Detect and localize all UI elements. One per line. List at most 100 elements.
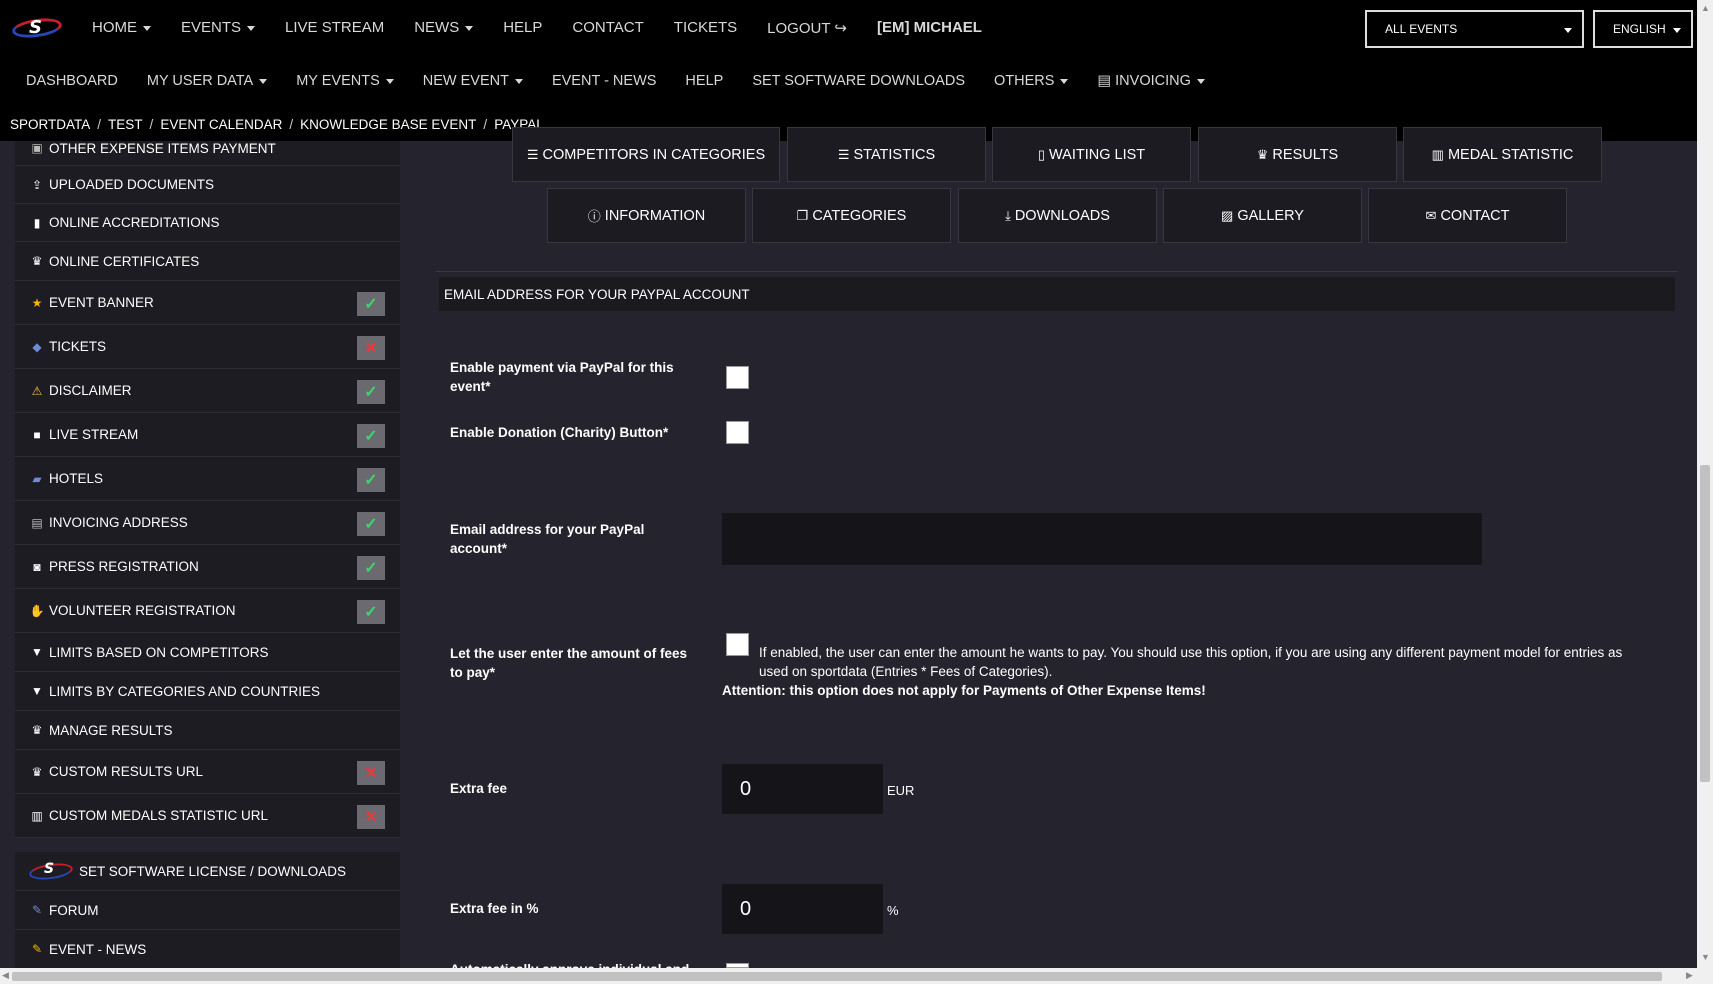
status-check-icon: ✓ bbox=[357, 380, 385, 404]
subnav-my-events[interactable]: MY EVENTS bbox=[296, 73, 394, 89]
sidebar-item-online-certificates[interactable]: ♛ ONLINE CERTIFICATES bbox=[15, 242, 400, 281]
sidebar-item-manage-results[interactable]: ♛ MANAGE RESULTS bbox=[15, 711, 400, 750]
enable-donation-checkbox[interactable] bbox=[726, 421, 749, 444]
scroll-left-icon[interactable]: ◀ bbox=[2, 970, 9, 981]
sidebar-item-online-accreditations[interactable]: ▮ ONLINE ACCREDITATIONS bbox=[15, 204, 400, 242]
tab-waiting-list[interactable]: ▯ WAITING LIST bbox=[992, 127, 1191, 182]
tab-statistics[interactable]: ☰ STATISTICS bbox=[787, 127, 986, 182]
subnav-dashboard[interactable]: DASHBOARD bbox=[26, 73, 118, 89]
scroll-up-icon[interactable]: ▲ bbox=[1701, 3, 1710, 13]
subnav-new-event[interactable]: NEW EVENT bbox=[423, 73, 523, 89]
tab-contact[interactable]: ✉ CONTACT bbox=[1368, 188, 1567, 243]
subnav-others[interactable]: OTHERS bbox=[994, 73, 1068, 89]
tab-downloads[interactable]: ⤓ DOWNLOADS bbox=[958, 188, 1157, 243]
nav-live-stream[interactable]: LIVE STREAM bbox=[285, 19, 384, 36]
sidebar-item-custom-medals-url[interactable]: ▥ CUSTOM MEDALS STATISTIC URL ✕ bbox=[15, 794, 400, 838]
vertical-scrollbar[interactable]: ▲ ▼ bbox=[1697, 0, 1713, 984]
sidebar-item-tickets[interactable]: ◆ TICKETS ✕ bbox=[15, 325, 400, 369]
news-icon: ✎ bbox=[31, 942, 43, 956]
extra-fee-input[interactable]: 0 bbox=[722, 764, 883, 814]
forum-icon: ✎ bbox=[31, 903, 43, 917]
tab-information[interactable]: ⓘ INFORMATION bbox=[547, 188, 746, 243]
sidebar-item-software-license[interactable]: S SET SOFTWARE LICENSE / DOWNLOADS bbox=[15, 852, 400, 891]
user-amount-attention: Attention: this option does not apply fo… bbox=[722, 683, 1206, 698]
status-cross-icon: ✕ bbox=[357, 761, 385, 785]
sportdata-logo[interactable]: S bbox=[10, 15, 64, 40]
scroll-down-icon[interactable]: ▼ bbox=[1701, 952, 1710, 962]
breadcrumb-item[interactable]: TEST bbox=[108, 117, 143, 132]
extra-fee-pct-label: Extra fee in % bbox=[450, 901, 539, 916]
sidebar-item-other-expense[interactable]: ▣ OTHER EXPENSE ITEMS PAYMENT bbox=[15, 141, 400, 166]
nav-help[interactable]: HELP bbox=[503, 19, 542, 36]
filter-icon: ▼ bbox=[31, 684, 43, 698]
sidebar-item-invoicing-address[interactable]: ▤ INVOICING ADDRESS ✓ bbox=[15, 501, 400, 545]
tab-gallery[interactable]: ▨ GALLERY bbox=[1163, 188, 1362, 243]
scroll-right-icon[interactable]: ▶ bbox=[1686, 970, 1693, 981]
subnav-invoicing[interactable]: ▤ INVOICING bbox=[1097, 73, 1204, 89]
subnav-help[interactable]: HELP bbox=[685, 73, 723, 89]
status-check-icon: ✓ bbox=[357, 468, 385, 492]
horizontal-scrollbar[interactable]: ◀ ▶ bbox=[0, 968, 1697, 984]
breadcrumb-item[interactable]: SPORTDATA bbox=[10, 117, 90, 132]
breadcrumb-item[interactable]: EVENT CALENDAR bbox=[160, 117, 282, 132]
sidebar: ▣ OTHER EXPENSE ITEMS PAYMENT ⇪ UPLOADED D… bbox=[15, 141, 400, 969]
invoice-icon: ▤ bbox=[1097, 73, 1112, 89]
filter-icon: ▼ bbox=[31, 645, 43, 659]
clipboard-icon: ▯ bbox=[1037, 146, 1045, 162]
subnav-event-news[interactable]: EVENT - NEWS bbox=[552, 73, 656, 89]
sidebar-item-uploaded-documents[interactable]: ⇪ UPLOADED DOCUMENTS bbox=[15, 166, 400, 204]
auto-approve-label: Automatically approve individual and bbox=[450, 960, 689, 968]
enable-paypal-checkbox[interactable] bbox=[726, 366, 749, 389]
vertical-scroll-thumb[interactable] bbox=[1700, 465, 1710, 782]
badge-icon: ▮ bbox=[33, 215, 41, 230]
envelope-icon: ✉ bbox=[1425, 207, 1437, 223]
info-icon: ⓘ bbox=[587, 209, 601, 224]
sidebar-item-disclaimer[interactable]: ⚠ DISCLAIMER ✓ bbox=[15, 369, 400, 413]
nav-home[interactable]: HOME bbox=[92, 19, 151, 36]
paypal-email-input[interactable] bbox=[722, 513, 1482, 565]
sidebar-item-custom-results-url[interactable]: ♛ CUSTOM RESULTS URL ✕ bbox=[15, 750, 400, 794]
user-amount-description: If enabled, the user can enter the amoun… bbox=[722, 643, 1652, 700]
nav-contact[interactable]: CONTACT bbox=[572, 19, 643, 36]
video-icon: ■ bbox=[33, 427, 41, 442]
tab-competitors-in-categories[interactable]: ☰ COMPETITORS IN CATEGORIES bbox=[512, 127, 780, 182]
sidebar-item-limits-competitors[interactable]: ▼ LIMITS BASED ON COMPETITORS bbox=[15, 633, 400, 672]
status-check-icon: ✓ bbox=[357, 600, 385, 624]
hand-icon: ✋ bbox=[29, 603, 45, 618]
nav-logout[interactable]: LOGOUT ↪ bbox=[767, 19, 847, 37]
tab-categories[interactable]: ❐ CATEGORIES bbox=[752, 188, 951, 243]
tab-results[interactable]: ♛ RESULTS bbox=[1198, 127, 1397, 182]
extra-fee-pct-input[interactable]: 0 bbox=[722, 884, 883, 934]
download-icon: ⤓ bbox=[1005, 207, 1011, 223]
trophy-icon: ♛ bbox=[31, 764, 43, 779]
sidebar-item-press-registration[interactable]: ◙ PRESS REGISTRATION ✓ bbox=[15, 545, 400, 589]
extra-fee-unit: EUR bbox=[887, 783, 915, 798]
nav-tickets[interactable]: TICKETS bbox=[674, 19, 737, 36]
document-icon: ▤ bbox=[31, 515, 43, 530]
sidebar-item-volunteer-registration[interactable]: ✋ VOLUNTEER REGISTRATION ✓ bbox=[15, 589, 400, 633]
luggage-icon: ▰ bbox=[32, 471, 42, 486]
event-select[interactable]: ALL EVENTS bbox=[1365, 10, 1584, 48]
nav-user[interactable]: [EM] MICHAEL bbox=[877, 19, 982, 36]
sidebar-item-event-banner[interactable]: ★ EVENT BANNER ✓ bbox=[15, 281, 400, 325]
payment-icon: ▣ bbox=[31, 141, 43, 155]
nav-events[interactable]: EVENTS bbox=[181, 19, 255, 36]
sidebar-item-forum[interactable]: ✎ FORUM bbox=[15, 891, 400, 930]
sidebar-item-limits-categories[interactable]: ▼ LIMITS BY CATEGORIES AND COUNTRIES bbox=[15, 672, 400, 711]
sidebar-item-live-stream[interactable]: ■ LIVE STREAM ✓ bbox=[15, 413, 400, 457]
breadcrumb-item[interactable]: KNOWLEDGE BASE EVENT bbox=[300, 117, 476, 132]
horizontal-scroll-thumb[interactable] bbox=[12, 972, 1662, 981]
sidebar-item-hotels[interactable]: ▰ HOTELS ✓ bbox=[15, 457, 400, 501]
trophy-icon: ♛ bbox=[31, 723, 43, 737]
logout-icon: ↪ bbox=[834, 19, 847, 37]
subnav-set-software-downloads[interactable]: SET SOFTWARE DOWNLOADS bbox=[752, 73, 965, 89]
user-amount-label: Let the user enter the amount of fees to… bbox=[450, 646, 688, 680]
trophy-icon: ♛ bbox=[31, 254, 43, 268]
enable-paypal-label: Enable payment via PayPal for this event… bbox=[450, 360, 674, 394]
language-select[interactable]: ENGLISH bbox=[1593, 10, 1693, 48]
tab-medal-statistic[interactable]: ▥ MEDAL STATISTIC bbox=[1403, 127, 1602, 182]
subnav-my-user-data[interactable]: MY USER DATA bbox=[147, 73, 267, 89]
nav-news[interactable]: NEWS bbox=[414, 19, 473, 36]
bar-chart-icon: ▥ bbox=[1431, 146, 1444, 162]
sidebar-item-event-news[interactable]: ✎ EVENT - NEWS bbox=[15, 930, 400, 969]
